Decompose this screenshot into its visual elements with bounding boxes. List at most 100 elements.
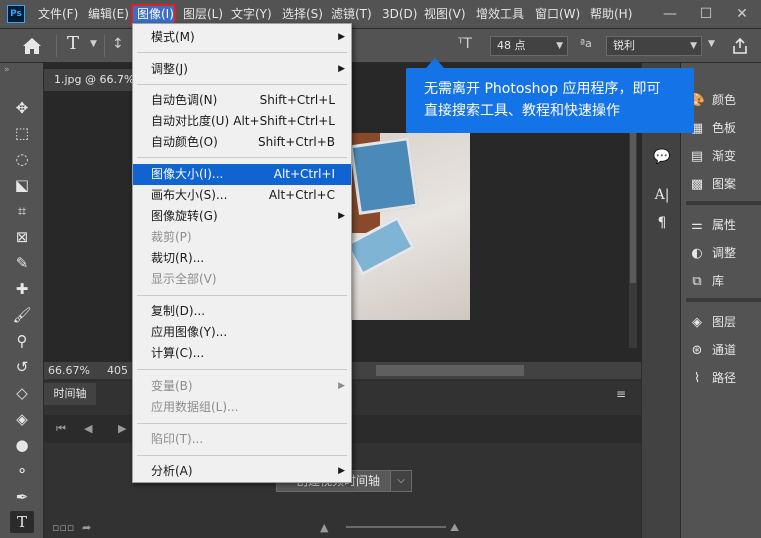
timeline-tab[interactable]: 时间轴 (44, 383, 96, 405)
menu-item-apply-data-set: 应用数据组(L)... (151, 400, 239, 414)
antialias-select[interactable]: 锐利 ▼ (606, 36, 702, 56)
chevron-down-icon[interactable]: ▼ (556, 37, 563, 55)
panel-paths[interactable]: ⌇ 路径 (688, 367, 761, 389)
character-icon[interactable]: A| (652, 185, 672, 205)
scrollbar-thumb[interactable] (630, 133, 636, 283)
home-icon[interactable] (18, 35, 46, 57)
photoshop-logo: Ps (7, 5, 25, 23)
menu-separator (137, 84, 347, 85)
panel-menu-icon[interactable]: ≡ (616, 387, 626, 401)
chevron-down-icon[interactable]: ▼ (708, 39, 715, 49)
menu-item-canvas-size[interactable]: 画布大小(S)... Alt+Ctrl+C (133, 185, 351, 206)
chevron-down-icon[interactable]: ▼ (90, 39, 97, 49)
menu-item-calculations[interactable]: 计算(C)... (133, 343, 351, 364)
history-brush-tool-icon[interactable]: ↺ (10, 356, 34, 378)
dodge-tool-icon[interactable]: ⚬ (10, 460, 34, 482)
menu-item-image-size[interactable]: 图像大小(I)... Alt+Ctrl+I (133, 164, 351, 185)
font-size-field[interactable]: 48 点 ▼ (490, 36, 568, 56)
menu-item-adjustments[interactable]: 调整(J) ▶ (133, 59, 351, 80)
zoom-level[interactable]: 66.67% (48, 362, 90, 379)
menu-item-analysis[interactable]: 分析(A) ▶ (133, 461, 351, 482)
frames-icon[interactable]: ▫▫▫ (52, 517, 74, 538)
chevron-down-icon[interactable]: ⌵ (390, 470, 412, 492)
panel-channels[interactable]: ⊛ 通道 (688, 339, 761, 361)
menu-help[interactable]: 帮助(H) (590, 0, 632, 29)
submenu-arrow-icon: ▶ (338, 64, 345, 74)
menu-item-auto-tone[interactable]: 自动色调(N) Shift+Ctrl+L (133, 90, 351, 111)
panel-gradient[interactable]: ▤ 渐变 (688, 145, 761, 167)
move-tool-icon[interactable]: ✥ (10, 97, 34, 119)
crop-tool-icon[interactable]: ⌗ (10, 200, 34, 222)
menu-separator (137, 295, 347, 296)
document-tab[interactable]: 1.jpg @ 66.7% (44, 69, 139, 91)
menu-item-reveal-all: 显示全部(V) (151, 272, 217, 286)
menu-item-apply-image[interactable]: 应用图像(Y)... (133, 322, 351, 343)
chevron-down-icon[interactable]: ▼ (690, 37, 697, 55)
menu-separator (137, 423, 347, 424)
blur-tool-icon[interactable]: ● (10, 434, 34, 456)
panel-group-divider (686, 201, 761, 205)
eraser-tool-icon[interactable]: ◇ (10, 382, 34, 404)
menu-item-trim[interactable]: 裁切(R)... (133, 248, 351, 269)
share-icon[interactable] (731, 37, 749, 55)
menu-item-mode[interactable]: 模式(M) ▶ (133, 27, 351, 48)
menu-item-auto-contrast[interactable]: 自动对比度(U) Alt+Shift+Ctrl+L (133, 111, 351, 132)
menu-plugins[interactable]: 增效工具 (476, 0, 524, 29)
text-tool-icon[interactable]: T (67, 33, 79, 54)
tools-panel: » ✥ ⬚ ◌ ⬕ ⌗ ⊠ ✎ ✚ 🖌 ⚲ ↺ ◇ ◈ ● ⚬ ✒ T (0, 63, 44, 538)
zoom-in-icon[interactable]: ⛰ (450, 517, 459, 538)
convert-icon[interactable]: ➦ (82, 517, 91, 538)
menu-item-trap: 陷印(T)... (151, 432, 204, 446)
callout-line-1: 无需离开 Photoshop 应用程序，即可 (424, 81, 661, 97)
object-selection-tool-icon[interactable]: ⬕ (10, 174, 34, 196)
clone-stamp-tool-icon[interactable]: ⚲ (10, 330, 34, 352)
horizontal-scrollbar-thumb[interactable] (376, 365, 524, 376)
vertical-scrollbar[interactable] (629, 133, 637, 348)
timeline-zoom-slider[interactable] (346, 526, 446, 528)
menu-item-variables: 变量(B) ▶ (133, 376, 351, 397)
text-orientation-icon[interactable]: ↕ (112, 36, 124, 52)
pen-tool-icon[interactable]: ✒ (10, 486, 34, 508)
panel-swatches[interactable]: ▦ 色板 (688, 117, 761, 139)
marquee-tool-icon[interactable]: ⬚ (10, 122, 34, 144)
menu-item-image-rotation[interactable]: 图像旋转(G) ▶ (133, 206, 351, 227)
document-info: 405 (107, 364, 128, 377)
menu-view[interactable]: 视图(V) (424, 0, 466, 29)
paragraph-icon[interactable]: ¶ (652, 213, 672, 233)
adjustments-icon: ◐ (691, 246, 703, 261)
menu-item-auto-color[interactable]: 自动颜色(O) Shift+Ctrl+B (133, 132, 351, 153)
panel-layers[interactable]: ◈ 图层 (688, 311, 761, 333)
paint-bucket-tool-icon[interactable]: ◈ (10, 408, 34, 430)
panel-adjustments[interactable]: ◐ 调整 (688, 242, 761, 264)
menu-3d[interactable]: 3D(D) (382, 0, 417, 29)
pattern-icon: ▩ (690, 177, 704, 192)
search-tip-callout[interactable]: 无需离开 Photoshop 应用程序，即可 直接搜索工具、教程和快速操作 (406, 68, 694, 133)
comments-icon[interactable]: 💬 (652, 147, 672, 167)
maximize-icon[interactable]: ☐ (688, 0, 724, 29)
panel-collapse-icon[interactable]: » (4, 65, 10, 75)
canvas-image[interactable] (344, 133, 470, 320)
panel-libraries[interactable]: ⧉ 库 (688, 270, 761, 292)
zoom-out-icon[interactable]: ▲ (320, 517, 328, 538)
menu-file[interactable]: 文件(F) (38, 0, 78, 29)
frame-tool-icon[interactable]: ⊠ (10, 226, 34, 248)
minimize-icon[interactable]: — (652, 0, 688, 29)
menu-item-duplicate[interactable]: 复制(D)... (133, 301, 351, 322)
play-icon[interactable]: ▶ (118, 415, 126, 443)
properties-icon: ⚌ (691, 218, 703, 233)
layers-icon: ◈ (692, 315, 702, 330)
brush-tool-icon[interactable]: 🖌 (10, 304, 34, 326)
panel-color[interactable]: 🎨 颜色 (688, 89, 761, 111)
type-tool-icon[interactable]: T (10, 511, 34, 533)
panel-properties[interactable]: ⚌ 属性 (688, 214, 761, 236)
menu-edit[interactable]: 编辑(E) (88, 0, 129, 29)
healing-brush-tool-icon[interactable]: ✚ (10, 278, 34, 300)
first-frame-icon[interactable]: ⏮ (56, 415, 66, 443)
close-icon[interactable]: ✕ (724, 0, 760, 29)
menu-window[interactable]: 窗口(W) (535, 0, 580, 29)
lasso-tool-icon[interactable]: ◌ (10, 148, 34, 170)
options-bar: T ▼ ↕ ᵀT 48 点 ▼ ªa 锐利 ▼ ▼ (0, 29, 761, 63)
previous-frame-icon[interactable]: ◀ (84, 415, 92, 443)
panel-pattern[interactable]: ▩ 图案 (688, 173, 761, 195)
eyedropper-tool-icon[interactable]: ✎ (10, 252, 34, 274)
